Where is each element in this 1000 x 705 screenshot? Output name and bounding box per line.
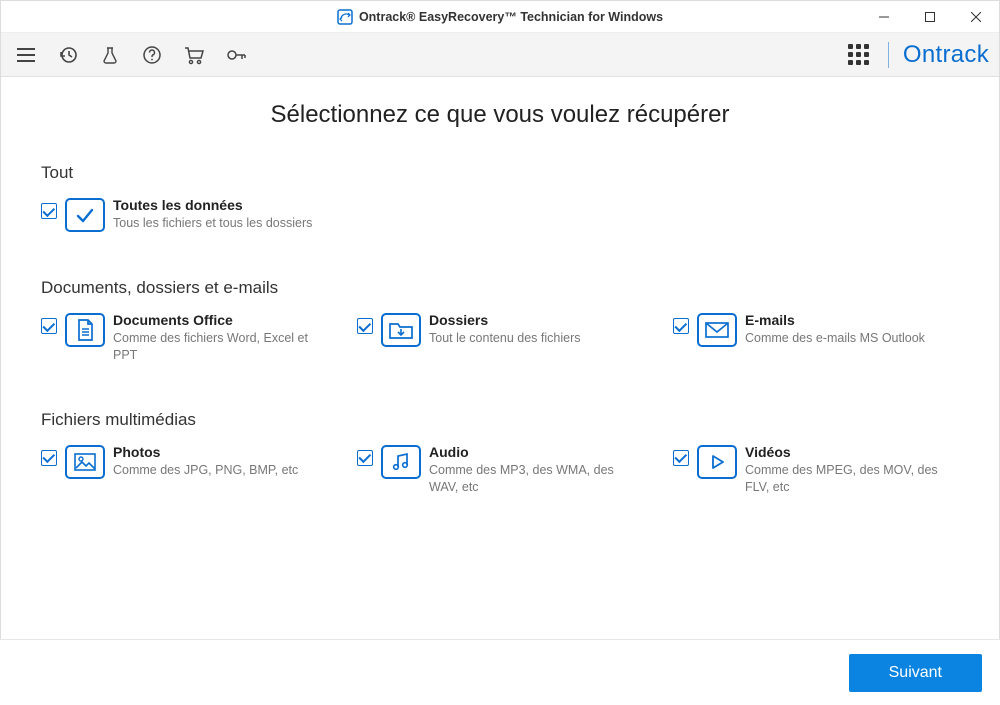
brand-divider (888, 42, 889, 68)
checkbox-all[interactable] (41, 203, 57, 219)
section-media-heading: Fichiers multimédias (41, 410, 959, 430)
section-all-heading: Tout (41, 163, 959, 183)
option-audio[interactable]: Audio Comme des MP3, des WMA, des WAV, e… (357, 444, 643, 496)
all-data-icon (65, 198, 105, 232)
option-folders-desc: Tout le contenu des fichiers (429, 330, 580, 347)
menu-button[interactable] (11, 40, 41, 70)
app-icon (337, 9, 353, 25)
audio-icon (381, 445, 421, 479)
document-icon (65, 313, 105, 347)
minimize-button[interactable] (861, 1, 907, 33)
brand-logo: Ontrack (903, 41, 989, 69)
option-all-desc: Tous les fichiers et tous les dossiers (113, 215, 312, 232)
option-office-desc: Comme des fichiers Word, Excel et PPT (113, 330, 313, 364)
toolbar: Ontrack (1, 33, 999, 77)
option-audio-label: Audio (429, 444, 629, 460)
key-icon[interactable] (221, 40, 251, 70)
help-icon[interactable] (137, 40, 167, 70)
option-photos-label: Photos (113, 444, 298, 460)
option-all-label: Toutes les données (113, 197, 312, 213)
checkbox-folders[interactable] (357, 318, 373, 334)
option-videos[interactable]: Vidéos Comme des MPEG, des MOV, des FLV,… (673, 444, 959, 496)
option-folders[interactable]: Dossiers Tout le contenu des fichiers (357, 312, 643, 364)
checkbox-audio[interactable] (357, 450, 373, 466)
checkbox-photos[interactable] (41, 450, 57, 466)
main-content: Sélectionnez ce que vous voulez récupére… (1, 77, 999, 496)
lab-icon[interactable] (95, 40, 125, 70)
maximize-button[interactable] (907, 1, 953, 33)
close-button[interactable] (953, 1, 999, 33)
history-icon[interactable] (53, 40, 83, 70)
video-icon (697, 445, 737, 479)
option-photos[interactable]: Photos Comme des JPG, PNG, BMP, etc (41, 444, 327, 496)
option-office[interactable]: Documents Office Comme des fichiers Word… (41, 312, 327, 364)
checkbox-office[interactable] (41, 318, 57, 334)
page-title: Sélectionnez ce que vous voulez récupére… (41, 101, 959, 129)
window-title: Ontrack® EasyRecovery™ Technician for Wi… (359, 10, 663, 24)
option-office-label: Documents Office (113, 312, 313, 328)
footer: Suivant (0, 639, 1000, 705)
option-folders-label: Dossiers (429, 312, 580, 328)
email-icon (697, 313, 737, 347)
option-all-data[interactable]: Toutes les données Tous les fichiers et … (41, 197, 341, 232)
apps-grid-icon[interactable] (844, 40, 874, 70)
cart-icon[interactable] (179, 40, 209, 70)
option-emails-label: E-mails (745, 312, 925, 328)
option-emails-desc: Comme des e-mails MS Outlook (745, 330, 925, 347)
checkbox-emails[interactable] (673, 318, 689, 334)
option-emails[interactable]: E-mails Comme des e-mails MS Outlook (673, 312, 959, 364)
option-audio-desc: Comme des MP3, des WMA, des WAV, etc (429, 462, 629, 496)
folder-icon (381, 313, 421, 347)
titlebar: Ontrack® EasyRecovery™ Technician for Wi… (1, 1, 999, 33)
option-videos-label: Vidéos (745, 444, 945, 460)
photo-icon (65, 445, 105, 479)
option-photos-desc: Comme des JPG, PNG, BMP, etc (113, 462, 298, 479)
next-button[interactable]: Suivant (849, 654, 982, 692)
section-docs-heading: Documents, dossiers et e-mails (41, 278, 959, 298)
checkbox-videos[interactable] (673, 450, 689, 466)
option-videos-desc: Comme des MPEG, des MOV, des FLV, etc (745, 462, 945, 496)
